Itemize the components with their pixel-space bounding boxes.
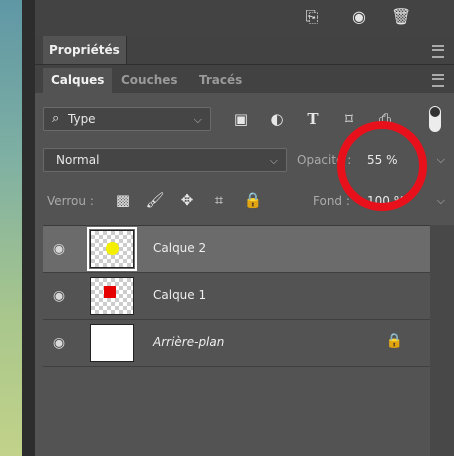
tab-calques[interactable]: Calques [43, 68, 113, 93]
visibility-eye-icon[interactable]: ◉ [51, 241, 67, 257]
shape-filter-icon[interactable]: ⌑ [339, 109, 359, 129]
layer-name[interactable]: Arrière-plan [153, 335, 224, 349]
chevron-down-icon: ⌵ [269, 154, 278, 167]
layer-content-dot [104, 286, 116, 298]
search-icon: ⌕ [52, 111, 60, 126]
layer-row[interactable]: ◉ Arrière-plan 🔒 [43, 320, 431, 367]
blend-mode-value: Normal [56, 153, 100, 167]
camera-icon[interactable]: ◉ [350, 8, 368, 26]
layer-content-dot [106, 242, 119, 255]
layers-scrollbar[interactable] [430, 225, 454, 456]
chevron-down-icon: ⌵ [193, 113, 202, 126]
filter-type-label: Type [68, 112, 96, 126]
layer-thumbnail [90, 277, 134, 315]
layer-filter-select[interactable]: ⌕ Type ⌵ [43, 107, 211, 131]
blend-mode-select[interactable]: Normal ⌵ [43, 148, 287, 172]
fill-label: Fond : [313, 194, 350, 208]
layer-name[interactable]: Calque 1 [153, 288, 206, 302]
layer-row[interactable]: ◉ Calque 2 [43, 226, 431, 273]
desktop-background [0, 0, 22, 456]
layer-thumbnail [90, 324, 134, 362]
layers-list: ◉ Calque 2 ◉ Calque 1 ◉ Arrière-plan 🔒 [43, 225, 431, 456]
lock-all-icon[interactable]: 🔒 [243, 190, 263, 210]
new-layer-icon[interactable]: ⎘ [303, 8, 321, 26]
adjustment-filter-icon[interactable]: ◐ [267, 109, 287, 129]
top-action-strip: ⎘ ◉ 🗑 [35, 0, 454, 36]
layer-row[interactable]: ◉ Calque 1 [43, 273, 431, 320]
highlight-circle [337, 121, 427, 211]
visibility-eye-icon[interactable]: ◉ [51, 288, 67, 304]
lock-artboard-icon[interactable]: ⌗ [209, 190, 229, 210]
lock-position-icon[interactable]: ✥ [177, 190, 197, 210]
type-filter-icon[interactable]: T [303, 109, 323, 129]
layer-name[interactable]: Calque 2 [153, 241, 206, 255]
lock-icon: 🔒 [385, 333, 403, 349]
tab-properties[interactable]: Propriétés [43, 36, 127, 64]
lock-transparency-icon[interactable]: ▩ [113, 190, 133, 210]
chevron-down-icon: ⌵ [436, 194, 445, 207]
lock-brush-icon[interactable]: 🖌 [145, 190, 165, 210]
panel-menu-icon[interactable] [432, 74, 444, 87]
layers-tab-bar: Calques Couches Tracés [35, 65, 454, 93]
filter-toggle-icon[interactable] [429, 106, 441, 132]
tab-couches[interactable]: Couches [113, 68, 186, 93]
image-filter-icon[interactable]: ▣ [231, 109, 251, 129]
lock-label: Verrou : [47, 194, 94, 208]
layer-thumbnail [87, 227, 137, 271]
chevron-down-icon: ⌵ [436, 153, 445, 166]
tab-traces[interactable]: Tracés [191, 68, 250, 93]
properties-header: Propriétés [35, 36, 454, 65]
visibility-eye-icon[interactable]: ◉ [51, 335, 67, 351]
properties-menu-icon[interactable] [432, 45, 444, 58]
trash-icon[interactable]: 🗑 [391, 8, 411, 26]
panel-dock-edge [22, 0, 35, 456]
